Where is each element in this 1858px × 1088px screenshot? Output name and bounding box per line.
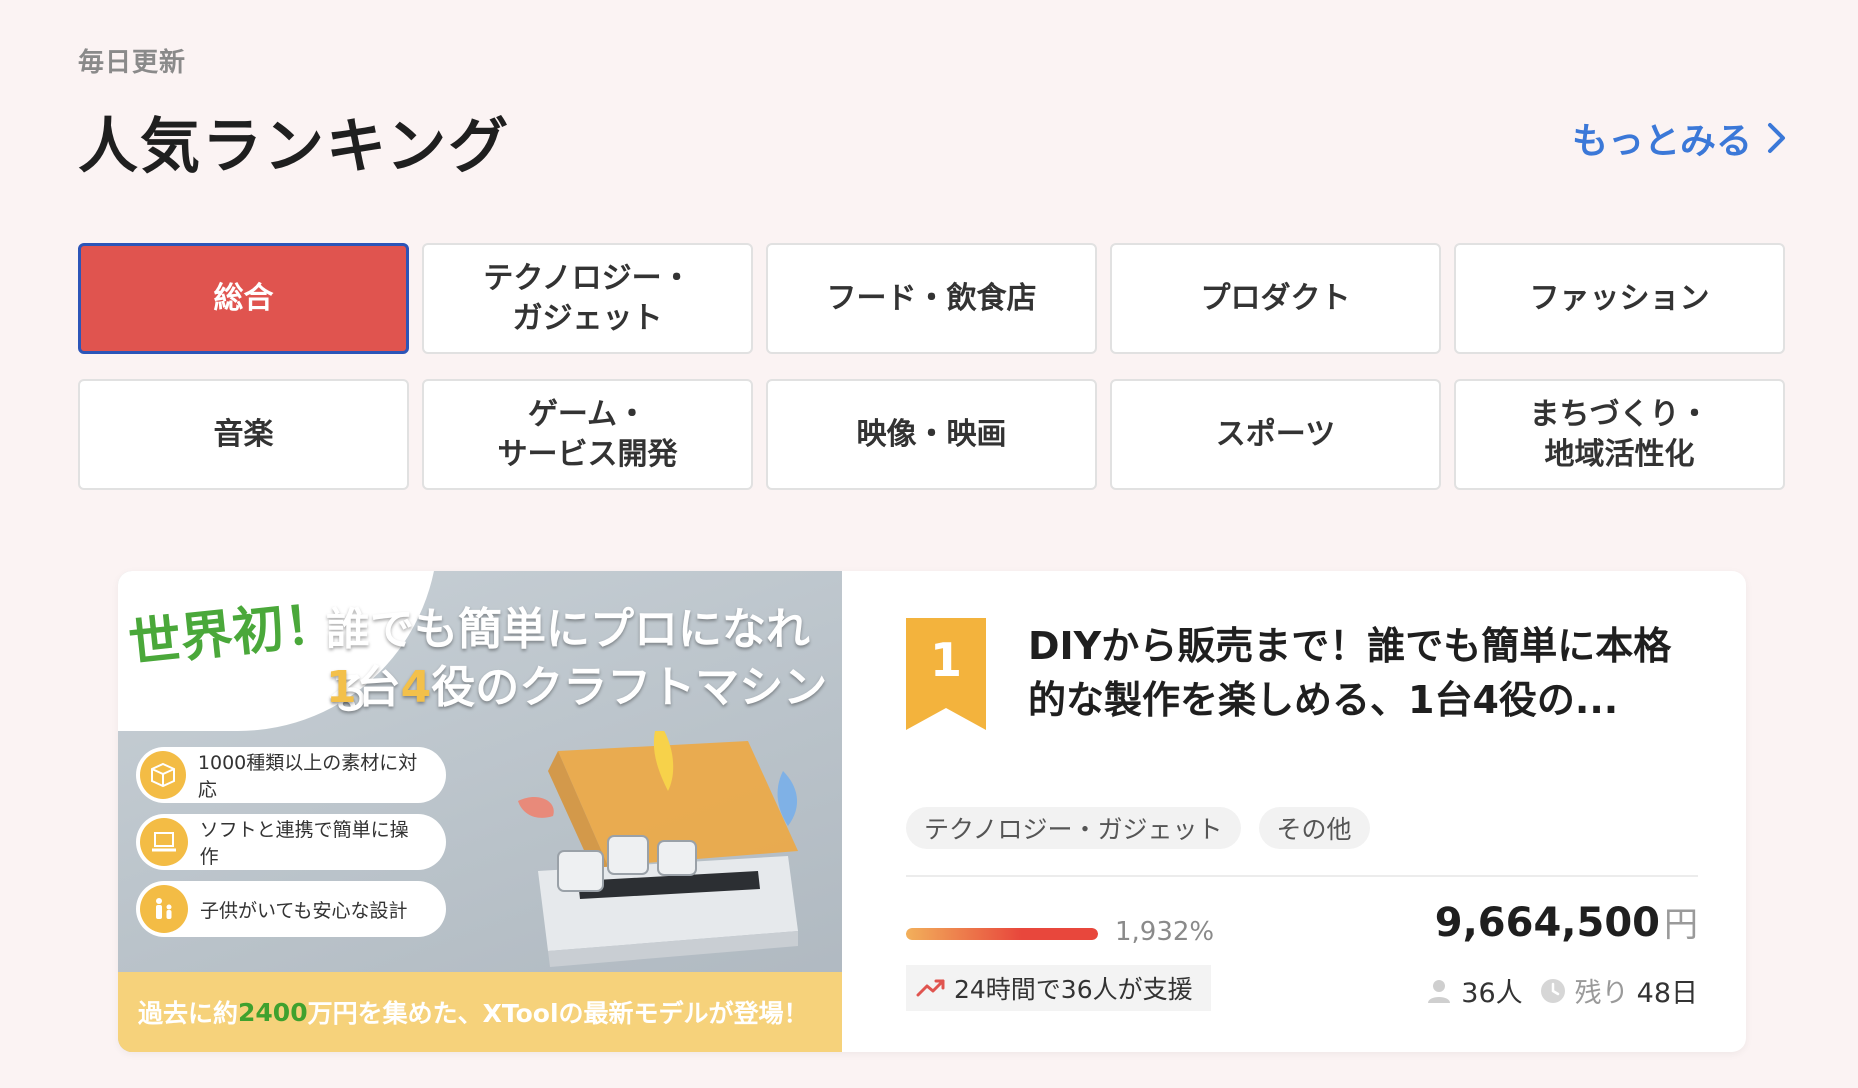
- project-meta: 36人 残り 48日: [1425, 971, 1698, 1010]
- rank-number: 1: [929, 633, 962, 687]
- category-tab-food-restaurant[interactable]: フード・飲食店: [766, 243, 1097, 354]
- feature-pill: 1000種類以上の素材に対応: [136, 747, 446, 803]
- project-thumbnail[interactable]: 世界初！ 誰でも簡単にプロになれる 1台4役のクラフトマシン 1000種類以上の…: [118, 571, 842, 1052]
- project-tags: テクノロジー・ガジェット その他: [906, 807, 1370, 849]
- tag-chip[interactable]: テクノロジー・ガジェット: [906, 807, 1241, 849]
- tag-chip[interactable]: その他: [1258, 807, 1370, 849]
- category-tab-overall[interactable]: 総合: [78, 243, 409, 354]
- chevron-right-icon: [1768, 123, 1785, 153]
- category-tab-fashion[interactable]: ファッション: [1454, 243, 1785, 354]
- project-title[interactable]: DIYから販売まで！誰でも簡単に本格的な製作を楽しめる、1台4役の...: [1028, 619, 1708, 727]
- remaining-days: 残り 48日: [1539, 971, 1698, 1010]
- craft-machine-illustration: [518, 731, 798, 967]
- ranking-section: 毎日更新 人気ランキング もっとみる 総合 テクノロジー・ ガジェット フード・…: [0, 0, 1858, 1088]
- person-icon: [1428, 979, 1451, 1003]
- category-tabs: 総合 テクノロジー・ ガジェット フード・飲食店 プロダクト ファッション 音楽…: [78, 243, 1785, 490]
- card-divider: [906, 875, 1698, 877]
- currency-unit: 円: [1664, 905, 1698, 945]
- trending-up-icon: [916, 979, 945, 997]
- thumbnail-headline-2: 1台4役のクラフトマシン: [326, 662, 828, 713]
- update-frequency-label: 毎日更新: [78, 48, 187, 78]
- category-tab-game-service[interactable]: ゲーム・ サービス開発: [422, 379, 753, 490]
- feature-pill: 子供がいても安心な設計: [136, 881, 446, 937]
- category-tab-technology-gadget[interactable]: テクノロジー・ ガジェット: [422, 243, 753, 354]
- funding-percentage: 1,932%: [1115, 917, 1215, 947]
- project-card[interactable]: 世界初！ 誰でも簡単にプロになれる 1台4役のクラフトマシン 1000種類以上の…: [118, 571, 1746, 1052]
- recent-support-text: 24時間で36人が支援: [954, 975, 1193, 1004]
- recent-support-badge: 24時間で36人が支援: [906, 965, 1211, 1011]
- funded-amount-value: 9,664,500: [1434, 900, 1660, 946]
- clock-icon: [1540, 978, 1565, 1003]
- box-icon: [140, 751, 186, 799]
- category-tab-product[interactable]: プロダクト: [1110, 243, 1441, 354]
- category-tab-music[interactable]: 音楽: [78, 379, 409, 490]
- see-more-link[interactable]: もっとみる: [1572, 112, 1788, 164]
- section-title: 人気ランキング: [78, 112, 511, 182]
- laptop-icon: [140, 818, 188, 866]
- see-more-label: もっとみる: [1571, 121, 1752, 162]
- category-tab-community[interactable]: まちづくり・ 地域活性化: [1454, 379, 1785, 490]
- funded-amount: 9,664,500 円: [1435, 897, 1698, 946]
- funding-progress-bar: [906, 928, 1098, 940]
- category-tab-video-film[interactable]: 映像・映画: [766, 379, 1097, 490]
- family-icon: [140, 885, 188, 933]
- category-tab-sports[interactable]: スポーツ: [1110, 379, 1441, 490]
- thumbnail-footer: 過去に約 2400 万円を集めた、XToolの最新モデルが登場！: [118, 972, 842, 1052]
- supporters-count: 36人: [1425, 971, 1523, 1010]
- feature-pill: ソフトと連携で簡単に操作: [136, 814, 446, 870]
- funding-progress-fill: [906, 928, 1098, 940]
